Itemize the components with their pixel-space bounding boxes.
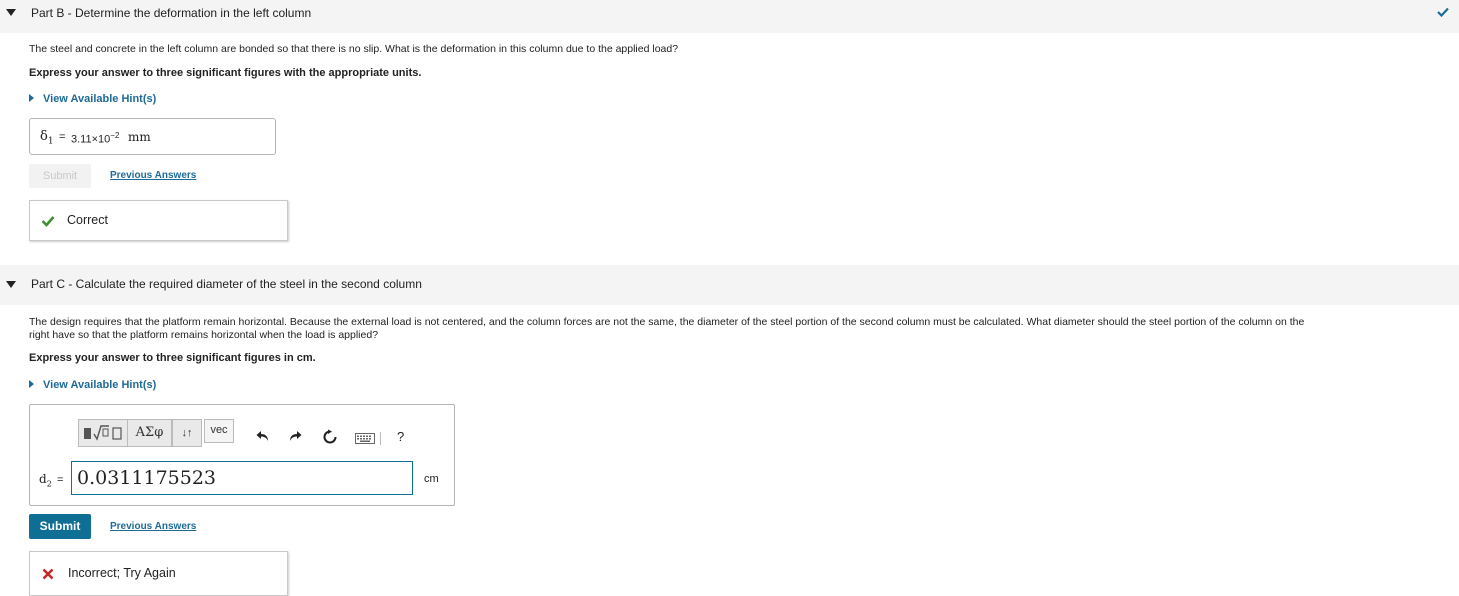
part-b-feedback-text: Correct bbox=[67, 213, 108, 227]
d2-unit: cm bbox=[424, 473, 439, 485]
part-b-submit-button[interactable]: Submit bbox=[29, 164, 91, 188]
delta-symbol: δ1 bbox=[40, 129, 54, 147]
part-c-submit-button[interactable]: Submit bbox=[29, 514, 91, 539]
hint-label: View Available Hint(s) bbox=[43, 93, 157, 105]
templates-button[interactable] bbox=[78, 419, 128, 447]
part-c-answer-panel: ΑΣφ ↓↑ vec ? d2 = 0.0311175523 cm bbox=[29, 404, 455, 506]
part-c-question-line1: The design requires that the platform re… bbox=[29, 316, 1305, 328]
undo-icon[interactable] bbox=[256, 430, 270, 442]
d2-input-value: 0.0311175523 bbox=[77, 467, 217, 489]
help-button[interactable]: ? bbox=[397, 429, 404, 444]
part-b-header[interactable]: Part B - Determine the deformation in th… bbox=[0, 0, 1459, 33]
part-b-previous-answers-link[interactable]: Previous Answers bbox=[110, 170, 196, 181]
hint-label: View Available Hint(s) bbox=[43, 379, 157, 391]
fraction-sqrt-template-icon bbox=[84, 425, 122, 441]
part-b-hint-link[interactable]: View Available Hint(s) bbox=[29, 93, 156, 105]
d2-symbol: d2 bbox=[39, 472, 52, 489]
part-b-instruction: Express your answer to three significant… bbox=[29, 67, 422, 79]
expand-triangle-icon bbox=[29, 380, 34, 388]
greek-symbols-button[interactable]: ΑΣφ bbox=[127, 419, 172, 447]
part-b-feedback-box: Correct bbox=[29, 200, 288, 241]
toolbar-divider bbox=[380, 432, 381, 445]
equals-sign: = bbox=[59, 131, 66, 143]
part-c-header[interactable]: Part C - Calculate the required diameter… bbox=[0, 265, 1459, 305]
vector-button[interactable]: vec bbox=[204, 419, 234, 443]
part-c-instruction: Express your answer to three significant… bbox=[29, 352, 316, 364]
part-c-feedback-text: Incorrect; Try Again bbox=[68, 566, 176, 580]
collapse-caret-icon[interactable] bbox=[6, 281, 16, 288]
arrows-button[interactable]: ↓↑ bbox=[172, 419, 202, 447]
part-complete-check-icon bbox=[1437, 7, 1449, 17]
part-b-answer-display: δ1 = 3.11×10−2 mm bbox=[29, 118, 276, 155]
part-b-title: Part B - Determine the deformation in th… bbox=[31, 6, 312, 20]
redo-icon[interactable] bbox=[288, 430, 302, 442]
part-c-title: Part C - Calculate the required diameter… bbox=[31, 277, 422, 291]
reset-icon[interactable] bbox=[322, 429, 338, 445]
equals-sign: = bbox=[57, 474, 64, 486]
expand-triangle-icon bbox=[29, 94, 34, 102]
part-c-hint-link[interactable]: View Available Hint(s) bbox=[29, 379, 156, 391]
collapse-caret-icon[interactable] bbox=[6, 9, 16, 16]
x-mark-icon bbox=[42, 568, 54, 580]
part-c-question-line2: right have so that the platform remains … bbox=[29, 329, 379, 341]
part-c-previous-answers-link[interactable]: Previous Answers bbox=[110, 521, 196, 532]
check-icon bbox=[41, 216, 55, 227]
part-b-question: The steel and concrete in the left colum… bbox=[29, 43, 679, 55]
keyboard-icon[interactable] bbox=[355, 433, 375, 444]
part-c-feedback-box: Incorrect; Try Again bbox=[29, 551, 288, 596]
answer-value: 3.11×10−2 bbox=[71, 131, 120, 146]
d2-answer-input[interactable]: 0.0311175523 bbox=[71, 461, 413, 495]
answer-unit: mm bbox=[128, 130, 151, 144]
